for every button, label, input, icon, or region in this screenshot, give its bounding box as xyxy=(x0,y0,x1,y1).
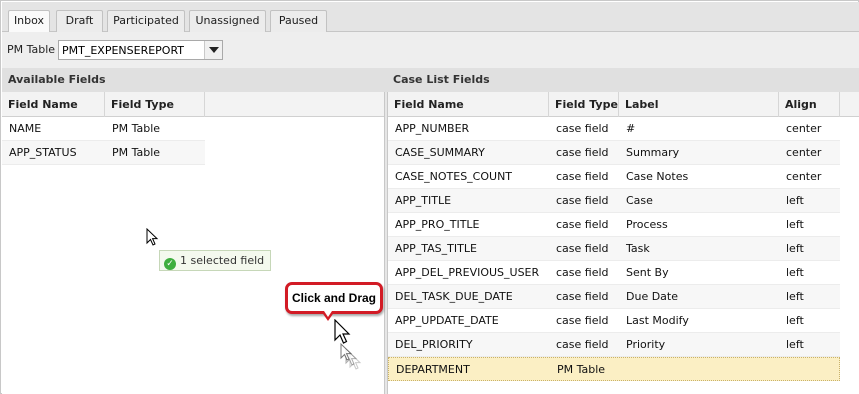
align-cell: left xyxy=(786,242,804,255)
align-cell: center xyxy=(786,122,822,135)
column-header-field-name[interactable]: Field Name xyxy=(2,92,105,117)
table-row[interactable]: APP_DEL_PREVIOUS_USER case field Sent By le… xyxy=(388,261,840,285)
tab-paused[interactable]: Paused xyxy=(270,10,327,32)
field-name-cell: APP_TAS_TITLE xyxy=(395,242,477,255)
case-list-fields-title: Case List Fields xyxy=(393,73,490,86)
align-cell: left xyxy=(786,290,804,303)
pm-table-label: PM Table xyxy=(7,43,56,56)
label-cell: Last Modify xyxy=(626,314,689,327)
field-name-cell: APP_STATUS xyxy=(9,146,77,159)
table-row[interactable]: CASE_NOTES_COUNT case field Case Notes cent… xyxy=(388,165,840,189)
label-cell xyxy=(620,358,627,382)
align-cell: left xyxy=(786,314,804,327)
callout-tail-inner xyxy=(324,311,332,317)
grid-header: Field Name Field Type xyxy=(2,92,384,117)
label-cell: Summary xyxy=(626,146,680,159)
field-name-cell: NAME xyxy=(9,122,42,135)
align-cell: center xyxy=(786,146,822,159)
field-type-cell: case field xyxy=(556,194,609,207)
available-fields-title: Available Fields xyxy=(8,73,106,86)
table-row[interactable]: APP_NUMBER case field # center xyxy=(388,117,840,141)
column-header-field-type[interactable]: Field Type xyxy=(549,92,619,117)
tab-draft[interactable]: Draft xyxy=(56,10,103,32)
align-cell xyxy=(780,358,787,382)
table-row[interactable]: APP_STATUS PM Table xyxy=(2,141,205,165)
tab-strip: Inbox Draft Participated Unassigned Paus… xyxy=(2,2,859,33)
table-row-dragged[interactable]: DEPARTMENT PM Table xyxy=(388,357,840,381)
drag-cursor-trail-icon xyxy=(334,319,362,370)
table-row[interactable]: APP_TITLE case field Case left xyxy=(388,189,840,213)
table-row[interactable]: CASE_SUMMARY case field Summary center xyxy=(388,141,840,165)
dropdown-button[interactable] xyxy=(204,41,222,59)
field-type-cell: PM Table xyxy=(112,146,161,159)
field-type-cell: case field xyxy=(556,290,609,303)
click-and-drag-callout: Click and Drag xyxy=(285,282,383,314)
table-row[interactable]: APP_PRO_TITLE case field Process left xyxy=(388,213,840,237)
field-name-cell: APP_DEL_PREVIOUS_USER xyxy=(395,266,540,279)
section-titles: Available Fields Case List Fields xyxy=(2,68,859,92)
field-name-cell: APP_TITLE xyxy=(395,194,452,207)
field-type-cell: case field xyxy=(556,170,609,183)
check-circle-icon: ✓ xyxy=(164,258,176,270)
field-type-cell: case field xyxy=(556,314,609,327)
field-name-cell: APP_PRO_TITLE xyxy=(395,218,480,231)
align-cell: left xyxy=(786,194,804,207)
align-cell: left xyxy=(786,338,804,351)
table-row[interactable]: DEL_TASK_DUE_DATE case field Due Date left xyxy=(388,285,840,309)
case-list-fields-grid: Field Name Field Type Label Align APP_NU… xyxy=(387,92,859,394)
align-cell: center xyxy=(786,170,822,183)
column-header-field-type[interactable]: Field Type xyxy=(105,92,205,117)
label-cell: Task xyxy=(626,242,650,255)
pm-table-select-value: PMT_EXPENSEREPORT xyxy=(62,44,185,57)
grid-header: Field Name Field Type Label Align xyxy=(388,92,859,117)
align-cell: left xyxy=(786,266,804,279)
field-name-cell: CASE_NOTES_COUNT xyxy=(395,170,513,183)
align-cell: left xyxy=(786,218,804,231)
column-header-align[interactable]: Align xyxy=(779,92,840,117)
tab-unassigned[interactable]: Unassigned xyxy=(189,10,266,32)
table-row[interactable]: NAME PM Table xyxy=(2,117,205,141)
table-row[interactable]: APP_UPDATE_DATE case field Last Modify left xyxy=(388,309,840,333)
field-type-cell: case field xyxy=(556,242,609,255)
drag-tooltip-text: 1 selected field xyxy=(180,254,265,267)
tab-participated[interactable]: Participated xyxy=(107,10,185,32)
pm-table-select[interactable]: PMT_EXPENSEREPORT xyxy=(58,40,223,60)
field-name-cell: DEL_PRIORITY xyxy=(395,338,473,351)
field-type-cell: case field xyxy=(556,266,609,279)
label-cell: Due Date xyxy=(626,290,678,303)
drag-tooltip: ✓ 1 selected field xyxy=(159,250,272,271)
field-type-cell: PM Table xyxy=(557,363,606,376)
label-cell: # xyxy=(626,122,636,135)
label-cell: Priority xyxy=(626,338,666,351)
column-header-field-name[interactable]: Field Name xyxy=(388,92,549,117)
mouse-cursor-icon xyxy=(146,228,159,246)
label-cell: Process xyxy=(626,218,668,231)
field-name-cell: APP_UPDATE_DATE xyxy=(395,314,499,327)
field-name-cell: APP_NUMBER xyxy=(395,122,470,135)
field-name-cell: DEPARTMENT xyxy=(396,363,470,376)
label-cell: Sent By xyxy=(626,266,669,279)
field-type-cell: PM Table xyxy=(112,122,161,135)
field-type-cell: case field xyxy=(556,122,609,135)
available-fields-grid: Field Name Field Type NAME PM Table APP_… xyxy=(2,92,385,394)
case-list-editor: Inbox Draft Participated Unassigned Paus… xyxy=(0,0,859,394)
label-cell: Case Notes xyxy=(626,170,689,183)
field-name-cell: CASE_SUMMARY xyxy=(395,146,485,159)
field-type-cell: case field xyxy=(556,338,609,351)
table-row[interactable]: DEL_PRIORITY case field Priority left xyxy=(388,333,840,357)
label-cell: Case xyxy=(626,194,653,207)
pm-table-bar: PM Table PMT_EXPENSEREPORT xyxy=(2,32,859,68)
field-type-cell: case field xyxy=(556,218,609,231)
tab-inbox[interactable]: Inbox xyxy=(8,10,50,33)
column-header-label[interactable]: Label xyxy=(619,92,779,117)
field-name-cell: DEL_TASK_DUE_DATE xyxy=(395,290,513,303)
chevron-down-icon xyxy=(209,47,219,53)
table-row[interactable]: APP_TAS_TITLE case field Task left xyxy=(388,237,840,261)
field-type-cell: case field xyxy=(556,146,609,159)
